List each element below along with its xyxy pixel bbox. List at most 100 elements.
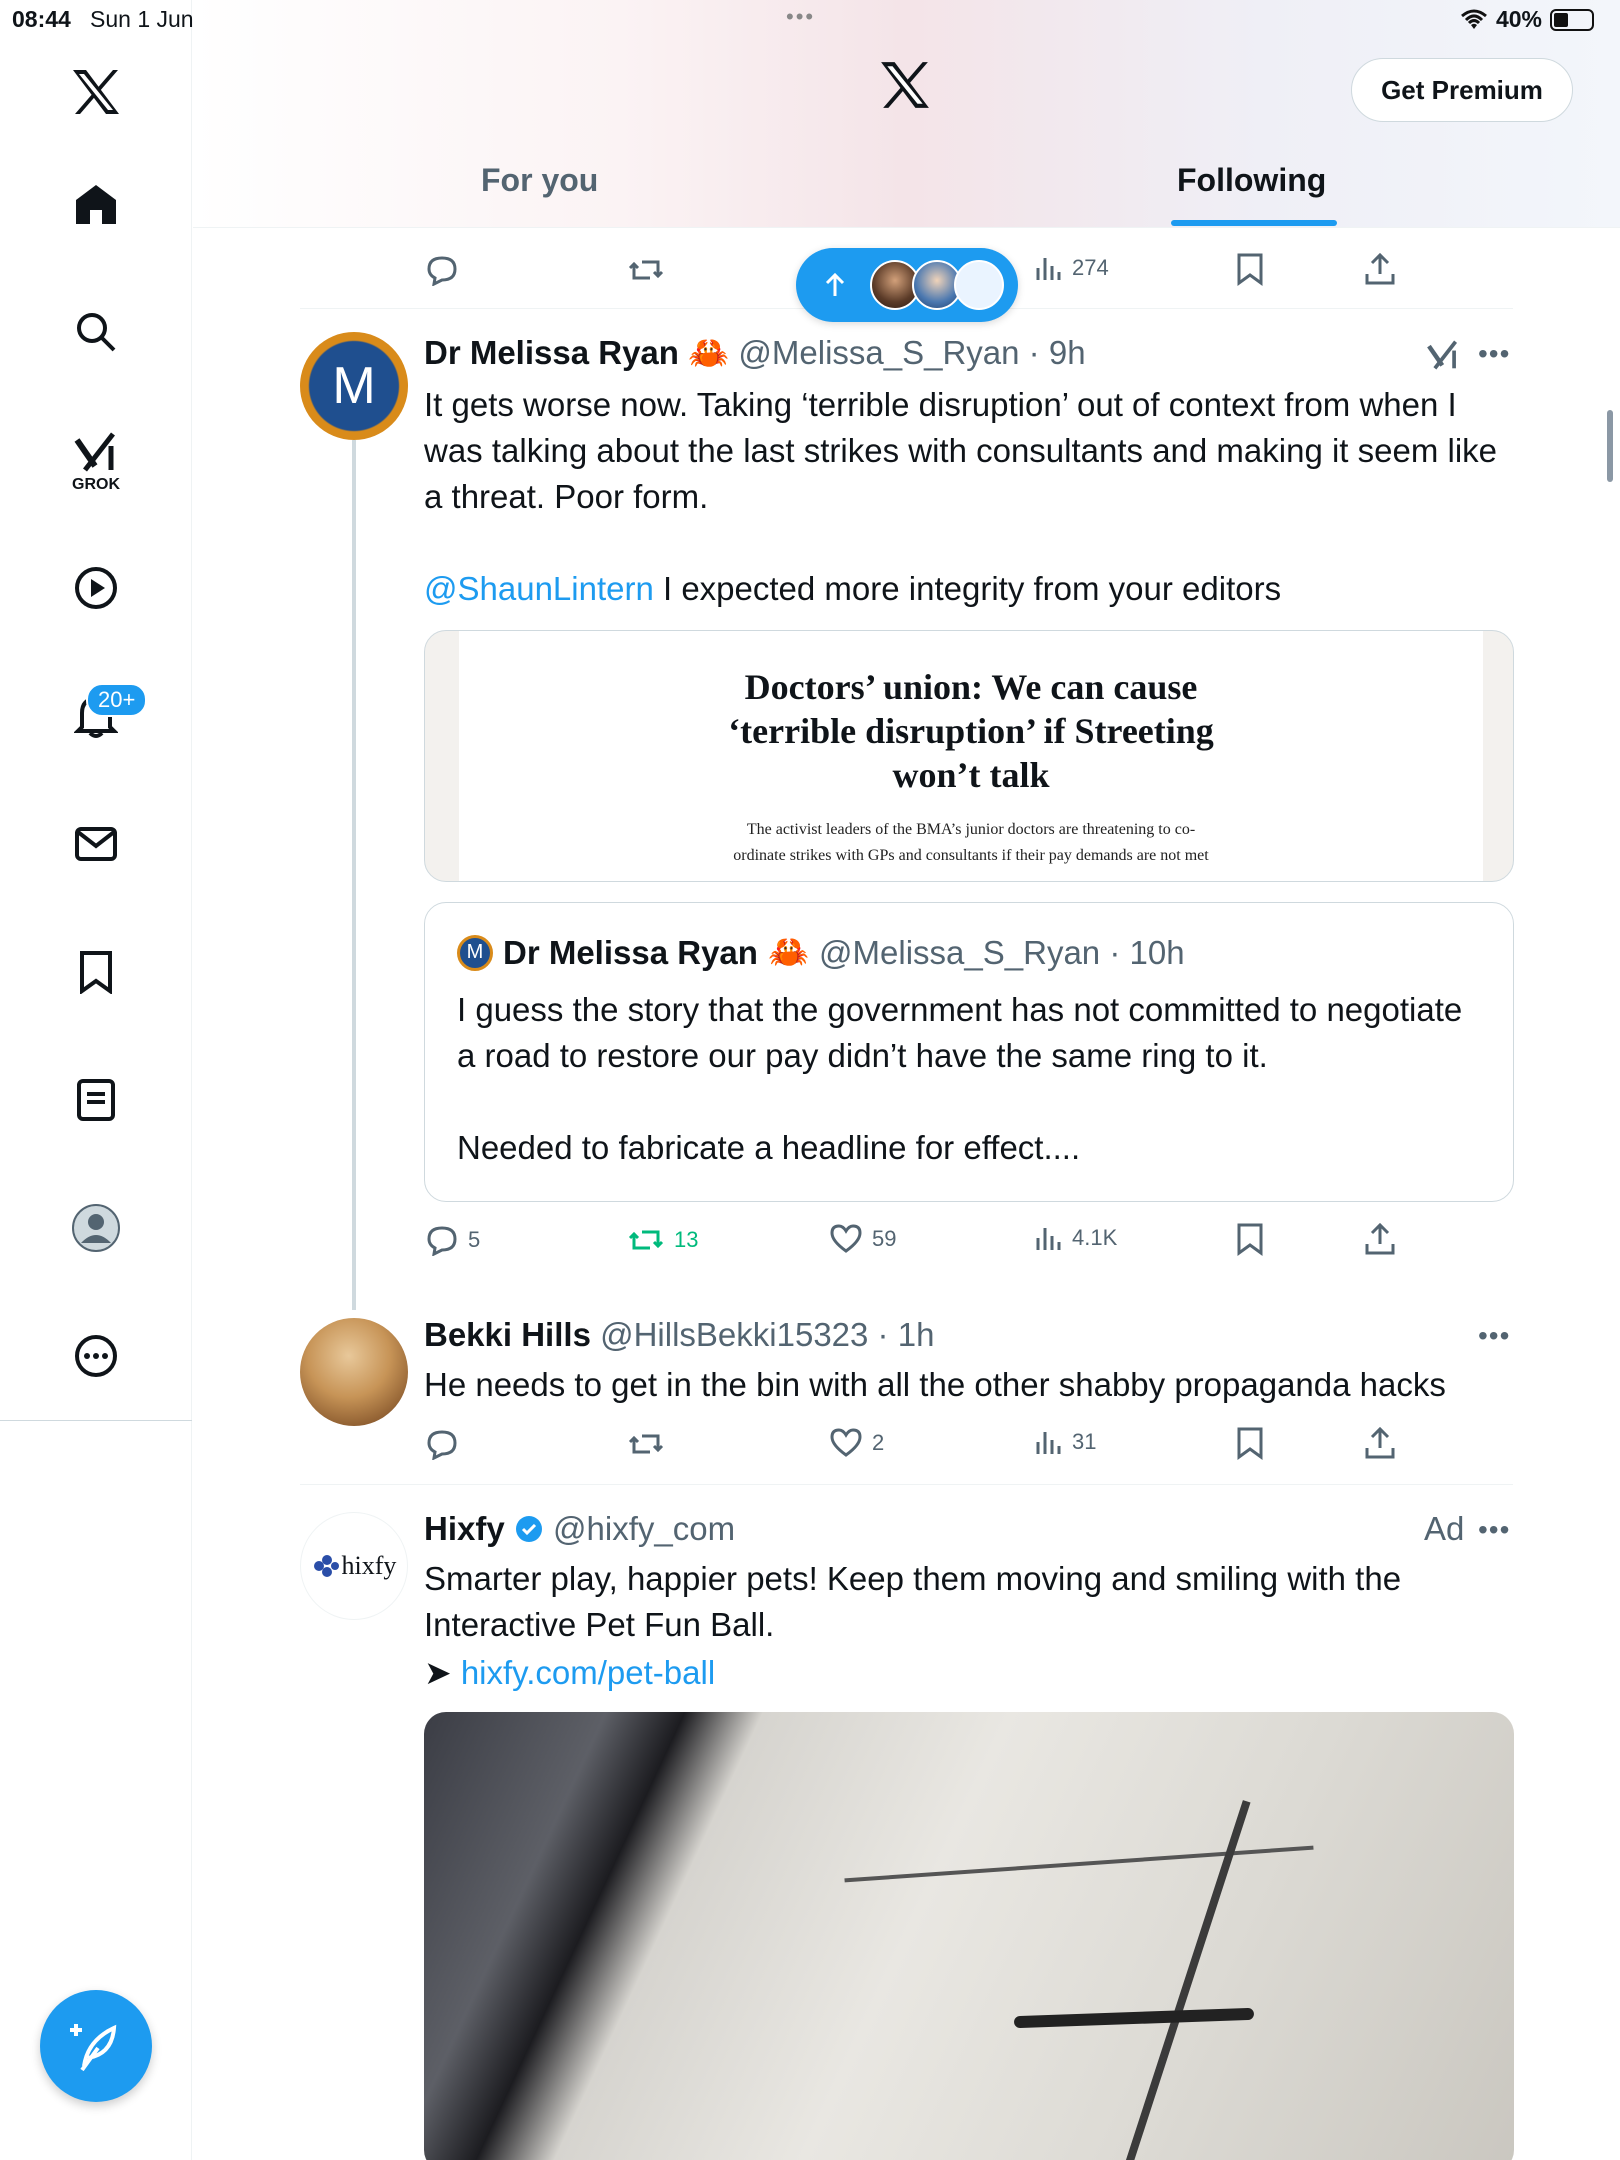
quoted-tweet-header: M Dr Melissa Ryan 🦀 @Melissa_S_Ryan · 10… bbox=[457, 933, 1185, 972]
tweet-time[interactable]: 1h bbox=[898, 1316, 935, 1353]
like-count: 59 bbox=[872, 1226, 897, 1251]
repost-icon bbox=[628, 1434, 664, 1454]
author-name[interactable]: Bekki Hills bbox=[424, 1316, 591, 1353]
like-button[interactable]: 2 bbox=[830, 1428, 884, 1458]
tweet-text: He needs to get in the bin with all the … bbox=[424, 1366, 1446, 1403]
more-options-icon[interactable]: ••• bbox=[1478, 1320, 1510, 1352]
heart-icon bbox=[830, 1224, 862, 1253]
bookmark-icon bbox=[1237, 1427, 1263, 1460]
repost-icon bbox=[628, 1230, 664, 1250]
grok-icon[interactable] bbox=[64, 420, 128, 484]
ad-video[interactable] bbox=[424, 1712, 1514, 2160]
profile-icon[interactable] bbox=[64, 1196, 128, 1260]
avatar: M bbox=[457, 934, 493, 971]
get-premium-button[interactable]: Get Premium bbox=[1351, 58, 1573, 122]
tweet-text-line: @ShaunLintern I expected more integrity … bbox=[424, 570, 1282, 607]
avatar[interactable]: M bbox=[300, 332, 408, 440]
ad-link[interactable]: hixfy.com/pet-ball bbox=[461, 1654, 715, 1691]
author-name[interactable]: Dr Melissa Ryan bbox=[424, 334, 679, 371]
home-icon[interactable] bbox=[64, 172, 128, 236]
hixfy-logo-icon bbox=[313, 1555, 339, 1577]
share-icon bbox=[1365, 252, 1395, 285]
views-button[interactable]: 4.1K bbox=[1034, 1224, 1117, 1252]
avatar[interactable] bbox=[300, 1318, 408, 1426]
tweet-header: Dr Melissa Ryan 🦀 @Melissa_S_Ryan · 9h bbox=[424, 334, 1086, 371]
compose-icon bbox=[70, 2024, 117, 2072]
bookmark-button[interactable] bbox=[1236, 252, 1264, 286]
bookmark-button[interactable] bbox=[1236, 1426, 1264, 1460]
heart-icon bbox=[830, 1428, 862, 1457]
reply-icon bbox=[427, 1226, 457, 1256]
author-name[interactable]: Hixfy bbox=[424, 1510, 505, 1547]
author-emoji: 🦀 bbox=[688, 334, 730, 371]
share-button[interactable] bbox=[1364, 1426, 1396, 1460]
media-detail bbox=[1013, 2007, 1255, 2029]
video-icon[interactable] bbox=[64, 556, 128, 620]
status-bar: 08:44 Sun 1 Jun ••• 40% bbox=[0, 0, 1620, 40]
new-posts-button[interactable] bbox=[796, 248, 1018, 322]
like-button[interactable]: 59 bbox=[830, 1224, 896, 1254]
avatar[interactable]: hixfy bbox=[300, 1512, 408, 1620]
tweet-text: Smarter play, happier pets! Keep them mo… bbox=[424, 1560, 1402, 1643]
tweet-time[interactable]: 9h bbox=[1049, 334, 1086, 371]
sidebar: GROK 20+ bbox=[0, 0, 192, 2160]
tab-for-you[interactable]: For you bbox=[481, 162, 598, 199]
reply-button[interactable]: 5 bbox=[426, 1224, 480, 1256]
grok-icon[interactable] bbox=[1426, 338, 1460, 377]
status-right: 40% bbox=[1460, 6, 1594, 33]
bookmark-button[interactable] bbox=[1236, 1222, 1264, 1256]
author-handle[interactable]: @HillsBekki15323 bbox=[600, 1316, 868, 1353]
views-count: 4.1K bbox=[1072, 1225, 1118, 1250]
avatar-letter: M bbox=[332, 357, 376, 415]
reply-count: 5 bbox=[468, 1227, 481, 1252]
battery-icon bbox=[1550, 8, 1594, 31]
mention-link[interactable]: @ShaunLintern bbox=[424, 570, 654, 607]
author-handle[interactable]: @hixfy_com bbox=[553, 1510, 735, 1547]
repost-button[interactable] bbox=[628, 1428, 664, 1460]
notifications-badge: 20+ bbox=[86, 683, 148, 717]
share-button[interactable] bbox=[1364, 252, 1396, 286]
news-screenshot: Doctors’ union: We can cause ‘terrible d… bbox=[459, 631, 1483, 881]
compose-button[interactable] bbox=[40, 1990, 152, 2102]
x-logo-icon[interactable] bbox=[64, 60, 128, 124]
repost-button[interactable]: 13 bbox=[628, 1224, 698, 1256]
quoted-tweet[interactable]: M Dr Melissa Ryan 🦀 @Melissa_S_Ryan · 10… bbox=[424, 902, 1514, 1202]
grok-label: GROK bbox=[72, 476, 120, 493]
lists-icon[interactable] bbox=[64, 1068, 128, 1132]
bookmark-icon[interactable] bbox=[64, 940, 128, 1004]
reply-button[interactable] bbox=[426, 1428, 458, 1460]
reply-icon bbox=[427, 1430, 457, 1460]
verified-badge-icon bbox=[515, 1516, 542, 1542]
repost-button[interactable] bbox=[628, 254, 664, 286]
views-count: 274 bbox=[1072, 255, 1109, 280]
search-icon[interactable] bbox=[64, 300, 128, 364]
tab-following[interactable]: Following bbox=[1177, 162, 1326, 199]
author-handle[interactable]: @Melissa_S_Ryan bbox=[738, 334, 1019, 371]
multitask-dots[interactable]: ••• bbox=[786, 4, 815, 30]
media-detail bbox=[844, 1845, 1314, 1883]
wifi-icon bbox=[1460, 9, 1487, 29]
views-button[interactable]: 31 bbox=[1034, 1428, 1096, 1456]
share-icon bbox=[1365, 1222, 1395, 1255]
quoted-tweet-text: I guess the story that the government ha… bbox=[457, 991, 1463, 1166]
more-options-icon[interactable]: ••• bbox=[1478, 1514, 1510, 1546]
views-icon bbox=[1036, 1432, 1061, 1454]
scrollbar[interactable] bbox=[1607, 410, 1613, 482]
image-card[interactable]: Doctors’ union: We can cause ‘terrible d… bbox=[424, 630, 1514, 882]
share-icon bbox=[1365, 1426, 1395, 1459]
tweet-header: Hixfy @hixfy_com bbox=[424, 1510, 735, 1548]
tweet-text: It gets worse now. Taking ‘terrible disr… bbox=[424, 386, 1498, 515]
more-options-icon[interactable]: ••• bbox=[1478, 338, 1510, 370]
views-button[interactable]: 274 bbox=[1034, 254, 1109, 282]
mail-icon[interactable] bbox=[64, 812, 128, 876]
more-icon[interactable] bbox=[64, 1324, 128, 1388]
quoted-author-name: Dr Melissa Ryan bbox=[503, 933, 758, 971]
thread-line bbox=[352, 440, 356, 1310]
x-logo-icon[interactable] bbox=[879, 60, 931, 115]
share-button[interactable] bbox=[1364, 1222, 1396, 1256]
reply-button[interactable] bbox=[426, 254, 458, 286]
active-tab-indicator bbox=[1171, 220, 1337, 226]
repost-icon bbox=[628, 260, 664, 280]
views-icon bbox=[1036, 1228, 1061, 1250]
quoted-author-handle: @Melissa_S_Ryan bbox=[819, 933, 1101, 971]
